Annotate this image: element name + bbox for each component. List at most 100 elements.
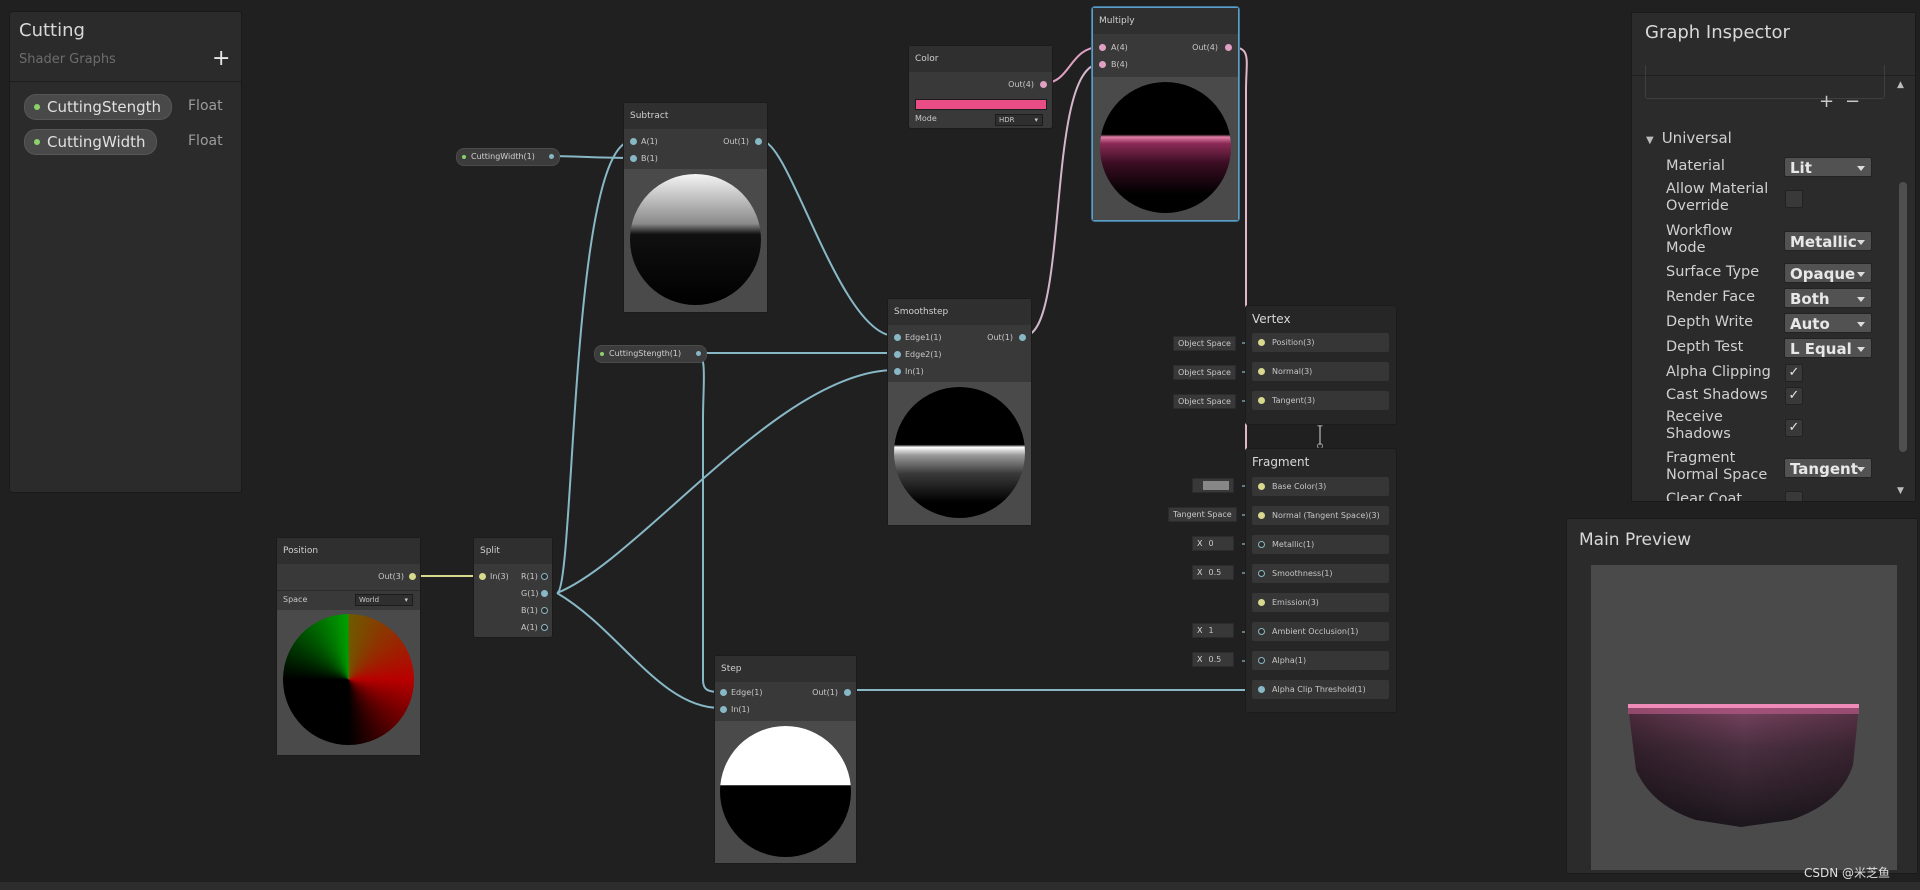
input-port[interactable] [720,706,727,713]
setting-label: Allow Material Override [1666,181,1769,214]
cast-shadows-checkbox[interactable]: ✓ [1785,387,1803,405]
output-port[interactable] [1019,334,1026,341]
input-port[interactable] [479,573,486,580]
depth-test-dropdown[interactable]: L Equal [1784,338,1872,358]
output-port[interactable] [541,590,548,597]
chevron-down-icon: ▾ [404,596,408,604]
add-item-button[interactable]: + [1819,91,1834,112]
remove-item-button[interactable]: − [1845,91,1860,112]
slot-tangent[interactable]: Tangent(3) [1252,391,1389,410]
property-cutting-width[interactable]: CuttingWidth [24,129,157,155]
blackboard-title: Cutting [19,20,85,41]
vertex-position-space[interactable]: Object Space [1173,336,1236,351]
port-label: R(1) [521,572,538,581]
slot-metallic[interactable]: Metallic(1) [1252,535,1389,554]
output-port[interactable] [541,607,548,614]
vertex-tangent-space[interactable]: Object Space [1173,394,1236,409]
section-universal[interactable]: ▼ Universal [1646,129,1732,147]
setting-label: Render Face [1666,289,1756,305]
input-port[interactable] [630,138,637,145]
property-node-cutting-width[interactable]: CuttingWidth(1) [456,148,561,166]
preview-sphere [630,174,761,305]
material-dropdown[interactable]: Lit [1784,157,1872,177]
clear-coat-checkbox[interactable] [1785,491,1803,501]
slot-alpha-clip-threshold[interactable]: Alpha Clip Threshold(1) [1252,680,1389,699]
mode-dropdown[interactable]: HDR ▾ [995,114,1043,126]
surface-type-dropdown[interactable]: Opaque [1784,263,1872,283]
base-color-swatch[interactable] [1192,478,1234,493]
slot-position[interactable]: Position(3) [1252,333,1389,352]
input-port[interactable] [894,368,901,375]
node-position[interactable]: Position Out(3) Space World ▾ [276,537,421,756]
vertex-normal-space[interactable]: Object Space [1173,365,1236,380]
chevron-down-icon [1857,297,1865,302]
node-step[interactable]: Step Edge(1) In(1) Out(1) [714,655,857,864]
metallic-input[interactable]: X0 [1192,536,1234,551]
space-dropdown[interactable]: World ▾ [355,594,413,606]
slot-ambient-occlusion[interactable]: Ambient Occlusion(1) [1252,622,1389,641]
main-preview-viewport[interactable] [1591,565,1897,870]
node-smoothstep[interactable]: Smoothstep Edge1(1) Edge2(1) In(1) Out(1… [887,298,1032,526]
setting-label: Receive Shadows [1666,409,1731,442]
output-port[interactable] [541,573,548,580]
allow-material-override-checkbox[interactable] [1785,190,1803,208]
property-type: Float [188,98,223,114]
node-title: Smoothstep [888,299,1031,325]
node-split[interactable]: Split In(3) R(1) G(1) B(1) A(1) [473,537,553,638]
slot-smoothness[interactable]: Smoothness(1) [1252,564,1389,583]
node-subtract[interactable]: Subtract A(1) B(1) Out(1) [623,102,768,313]
node-preview [277,610,420,755]
output-port[interactable] [549,154,555,159]
output-port[interactable] [409,573,416,580]
input-port[interactable] [1099,44,1106,51]
output-port[interactable] [695,351,701,356]
port-label: B(1) [521,606,538,615]
receive-shadows-checkbox[interactable]: ✓ [1785,419,1803,437]
depth-write-dropdown[interactable]: Auto [1784,313,1872,333]
add-property-button[interactable]: + [212,46,230,71]
mode-value: HDR [999,116,1015,124]
smoothness-input[interactable]: X 0.5 [1192,565,1234,580]
property-node-cutting-strength[interactable]: CuttingStength(1) [594,345,707,363]
property-cutting-strength[interactable]: CuttingStength [24,94,172,120]
preview-bowl [1628,704,1859,827]
output-port[interactable] [844,689,851,696]
slot-alpha[interactable]: Alpha(1) [1252,651,1389,670]
node-color[interactable]: Color Out(4) Mode HDR ▾ [908,45,1053,129]
scroll-up-icon[interactable]: ▲ [1897,80,1904,90]
property-node-label: CuttingWidth(1) [471,152,535,161]
render-face-dropdown[interactable]: Both [1784,288,1872,308]
property-name: CuttingWidth [47,133,146,151]
slot-normal[interactable]: Normal(3) [1252,362,1389,381]
port-label: In(3) [490,572,509,581]
normal-space-input[interactable]: Tangent Space [1168,507,1237,522]
color-swatch[interactable] [915,99,1047,110]
exposed-dot-icon [462,155,466,159]
input-port[interactable] [720,689,727,696]
property-name: CuttingStength [47,98,161,116]
inspector-scrollbar-thumb[interactable] [1899,182,1907,452]
input-port[interactable] [894,351,901,358]
space-label: Space [283,595,308,604]
alpha-input[interactable]: X 0.5 [1192,652,1234,667]
output-port[interactable] [541,624,548,631]
slot-base-color[interactable]: Base Color(3) [1252,477,1389,496]
slot-emission[interactable]: Emission(3) [1252,593,1389,612]
occlusion-input[interactable]: X1 [1192,623,1234,638]
slot-normal-tangent[interactable]: Normal (Tangent Space)(3) [1252,506,1389,525]
output-port[interactable] [755,138,762,145]
input-port[interactable] [630,155,637,162]
scroll-down-icon[interactable]: ▼ [1897,486,1904,496]
workflow-mode-dropdown[interactable]: Metallic [1784,231,1872,251]
port-label: Out(1) [987,333,1013,342]
input-port[interactable] [1099,61,1106,68]
input-port[interactable] [894,334,901,341]
alpha-clipping-checkbox[interactable]: ✓ [1785,364,1803,382]
output-port[interactable] [1040,81,1047,88]
output-port[interactable] [1225,44,1232,51]
wire-split-to-step [556,592,721,709]
wire-strength-to-step [694,352,721,693]
node-multiply[interactable]: Multiply A(4) B(4) Out(4) [1092,7,1239,221]
chevron-down-icon: ▾ [1034,116,1038,124]
fragment-normal-space-dropdown[interactable]: Tangent [1784,458,1872,478]
